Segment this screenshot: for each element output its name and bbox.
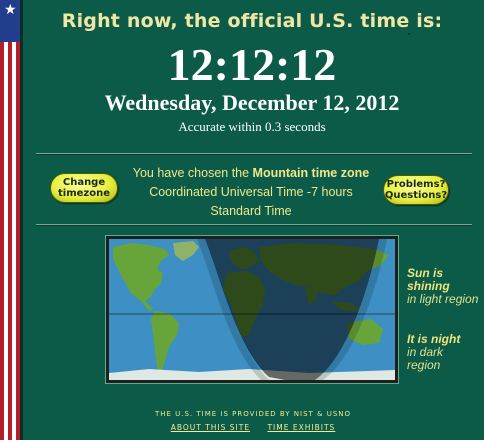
divider-top	[36, 153, 472, 155]
us-flag-stripe-icon: ★	[0, 0, 20, 440]
night-legend: It is night in dark region	[407, 333, 479, 372]
current-time: 12:12:12	[167, 39, 337, 90]
decorative-dot	[408, 33, 410, 35]
problems-questions-button[interactable]: Problems? Questions?	[383, 175, 449, 205]
problems-line2: Questions?	[384, 190, 448, 201]
time-mode: Standard Time	[210, 204, 292, 218]
change-timezone-line1: Change	[62, 177, 106, 188]
change-timezone-line2: timezone	[57, 188, 110, 199]
change-timezone-button[interactable]: Change timezone	[50, 173, 118, 203]
footer-links: ABOUT THIS SITE TIME EXHIBITS	[110, 423, 396, 432]
star-icon: ★	[4, 2, 17, 18]
timezone-line: You have chosen the Mountain time zone	[118, 164, 384, 183]
night-legend-desc: in dark region	[407, 345, 444, 372]
day-night-world-map	[106, 236, 398, 383]
time-exhibits-link[interactable]: TIME EXHIBITS	[267, 423, 335, 432]
provider-credit: THE U.S. TIME IS PROVIDED BY NIST & USNO	[154, 410, 352, 418]
problems-line1: Problems?	[386, 179, 446, 190]
sunlight-legend-desc: in light region	[407, 292, 479, 306]
page-headline: Right now, the official U.S. time is:	[61, 10, 443, 32]
timezone-prefix: You have chosen the	[132, 166, 253, 180]
flag-canton: ★	[0, 0, 20, 42]
current-date: Wednesday, December 12, 2012	[104, 90, 400, 115]
flag-border	[20, 0, 23, 440]
sunlight-legend-title: Sun is shining	[407, 266, 450, 293]
divider-bottom	[36, 224, 472, 226]
accuracy-note: Accurate within 0.3 seconds	[178, 119, 326, 134]
about-this-site-link[interactable]: ABOUT THIS SITE	[171, 423, 250, 432]
timezone-name: Mountain time zone	[252, 166, 370, 180]
world-map-graphic	[109, 239, 395, 380]
utc-offset: Coordinated Universal Time -7 hours	[149, 185, 353, 199]
sunlight-legend: Sun is shining in light region	[407, 267, 479, 306]
timezone-info: You have chosen the Mountain time zone C…	[118, 164, 384, 221]
